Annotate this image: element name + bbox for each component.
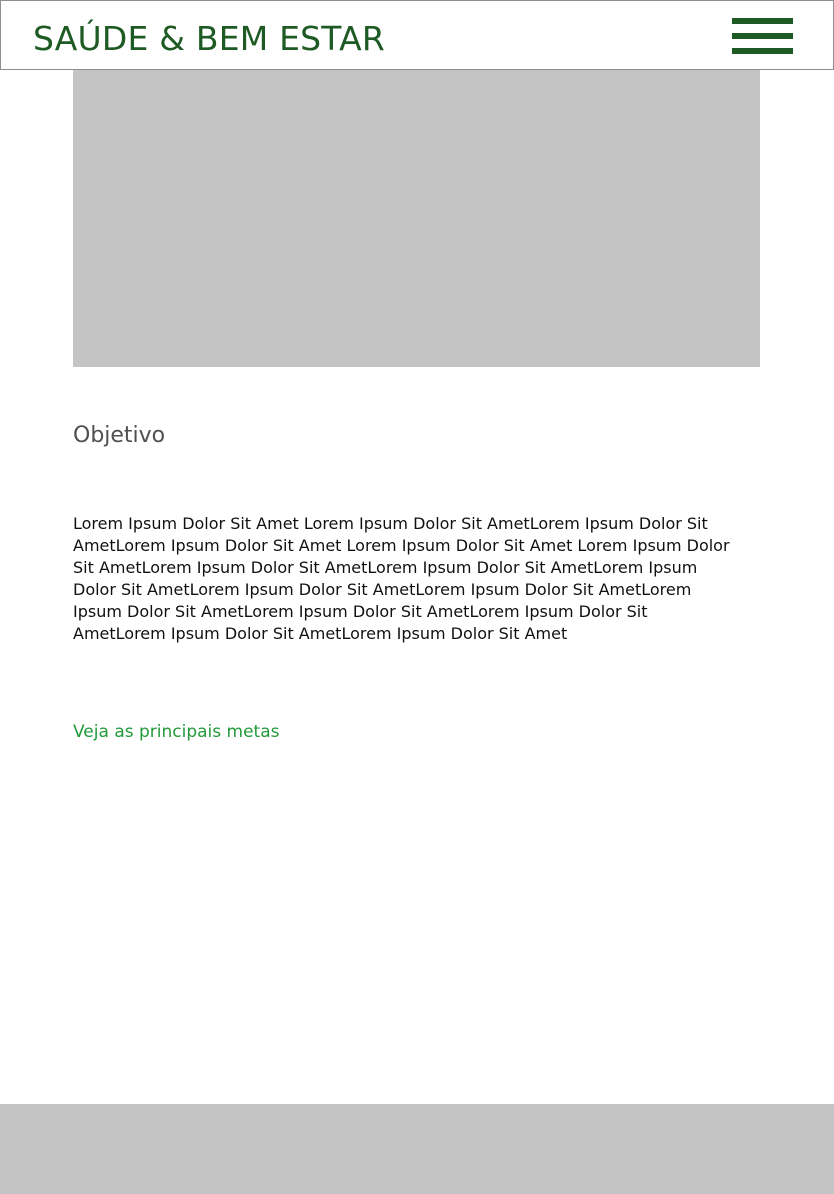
menu-bar	[732, 33, 793, 39]
menu-bar	[732, 48, 793, 54]
hamburger-menu-icon[interactable]	[732, 17, 793, 55]
menu-bar	[732, 18, 793, 24]
site-footer	[0, 1104, 834, 1194]
section-title: Objetivo	[73, 423, 166, 448]
principais-metas-link[interactable]: Veja as principais metas	[73, 720, 280, 744]
site-title[interactable]: SAÚDE & BEM ESTAR	[33, 19, 385, 59]
site-header: SAÚDE & BEM ESTAR	[0, 0, 834, 70]
hero-image-placeholder	[73, 70, 760, 367]
body-paragraph: Lorem Ipsum Dolor Sit Amet Lorem Ipsum D…	[73, 514, 730, 643]
